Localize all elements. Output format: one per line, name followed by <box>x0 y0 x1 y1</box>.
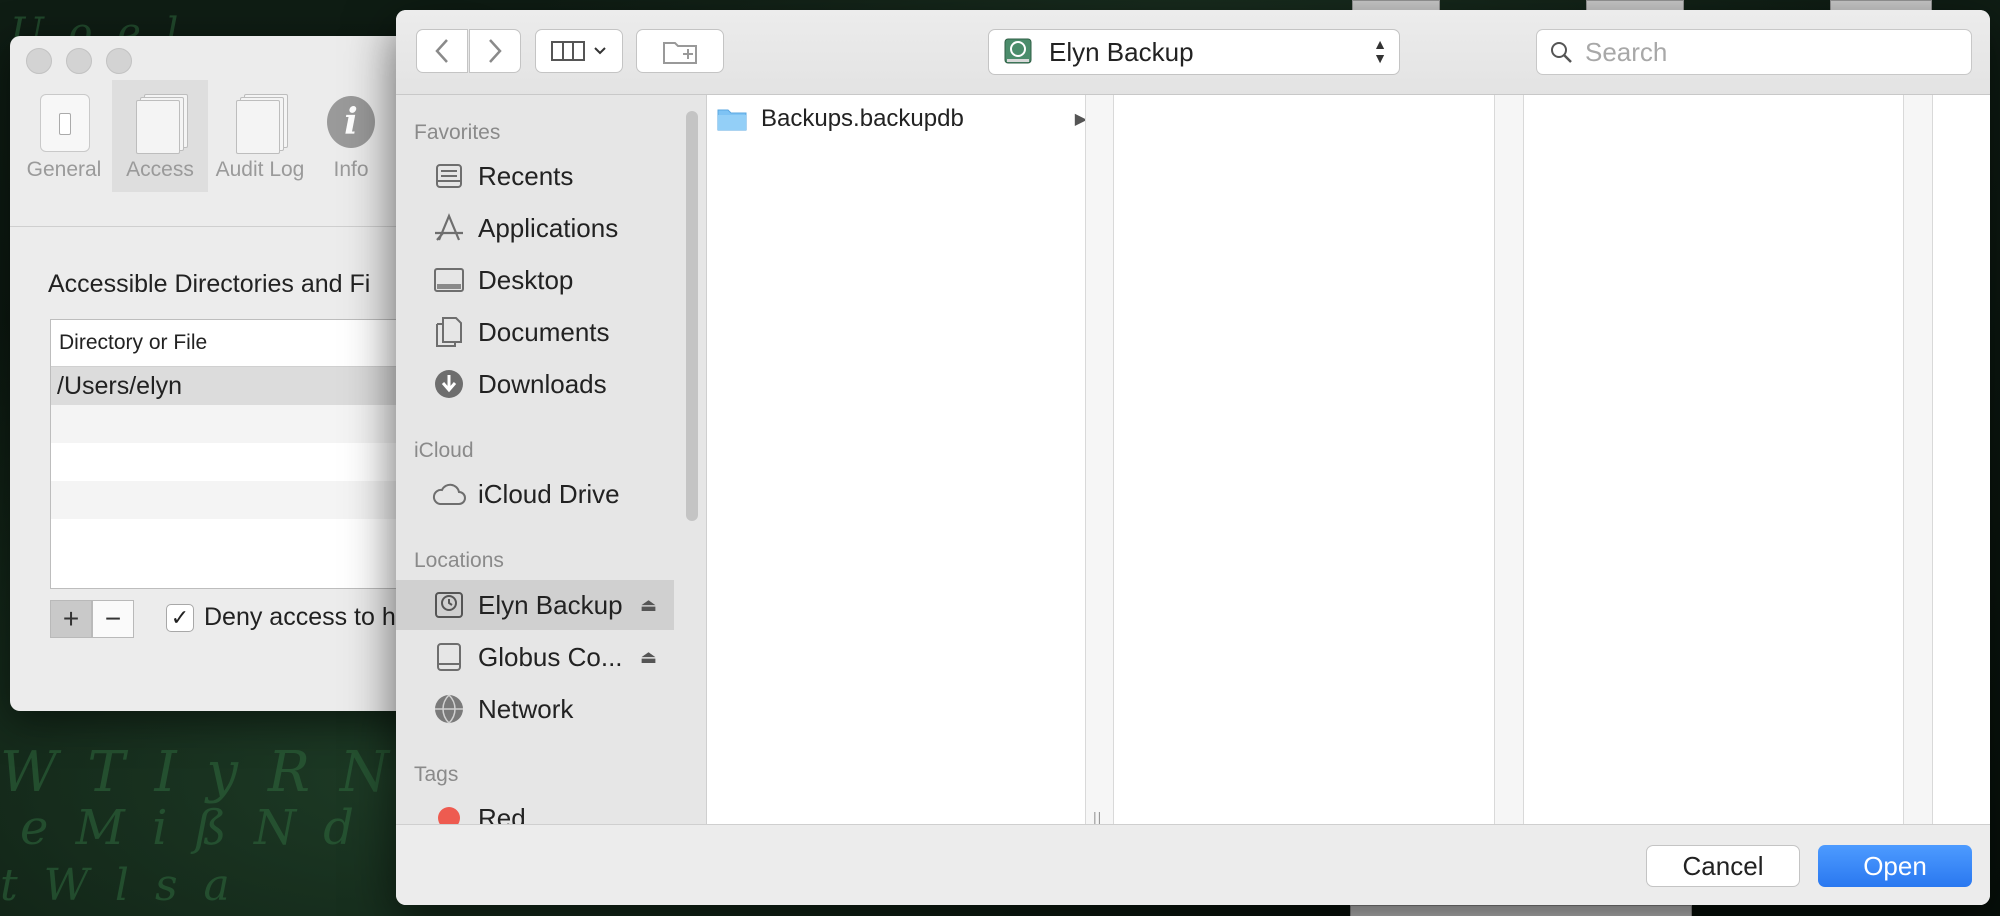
tab-label: Info <box>333 158 369 181</box>
tab-access[interactable]: Access <box>112 80 208 192</box>
info-icon: i <box>327 94 375 150</box>
deny-access-label: Deny access to h <box>204 603 396 631</box>
cancel-button[interactable]: Cancel <box>1646 845 1800 887</box>
tag-red-icon <box>432 801 466 825</box>
window-controls <box>26 48 132 74</box>
updown-chevron-icon: ▲ ▼ <box>1373 36 1387 66</box>
tab-label: Access <box>126 158 194 181</box>
sidebar-item-applications[interactable]: Applications <box>396 203 686 253</box>
sidebar-item-label: Red <box>478 802 526 826</box>
network-icon <box>432 692 466 726</box>
desktop-icon <box>432 263 466 297</box>
sidebar-item-label: Globus Co... <box>478 641 623 672</box>
deny-access-option[interactable]: ✓ Deny access to h <box>166 603 396 632</box>
close-button[interactable] <box>26 48 52 74</box>
sidebar-item-network[interactable]: Network <box>396 684 686 734</box>
deny-access-checkbox[interactable]: ✓ <box>166 603 194 632</box>
chevron-left-icon <box>435 39 448 63</box>
column-gap <box>1495 95 1523 825</box>
file-name: Backups.backupdb <box>761 105 964 132</box>
sidebar-item-label: Network <box>478 693 574 724</box>
location-label: Elyn Backup <box>1049 36 1194 67</box>
chevron-down-icon <box>594 47 606 55</box>
downloads-icon <box>432 367 466 401</box>
sidebar-scrollbar[interactable] <box>686 111 698 521</box>
sidebar-item-desktop[interactable]: Desktop <box>396 255 686 305</box>
sidebar-item-label: Recents <box>478 160 574 191</box>
file-browser: Backups.backupdb ▶ || <box>707 95 1990 825</box>
search-icon <box>1551 42 1572 63</box>
sidebar-item-recents[interactable]: Recents <box>396 151 686 201</box>
folder-icon <box>717 109 747 131</box>
sidebar-item-documents[interactable]: Documents <box>396 307 686 357</box>
time-machine-drive-icon <box>432 588 466 622</box>
columns-view-icon <box>551 41 585 61</box>
open-file-dialog: Elyn Backup ▲▼ Favorites Recents Applica… <box>396 10 1990 905</box>
drive-icon <box>432 640 466 674</box>
background-thumbnail <box>1350 905 1692 916</box>
column-divider <box>1932 95 1933 825</box>
matrix-decoration: e M i ß N d <box>20 800 360 856</box>
sidebar-item-label: Downloads <box>478 368 607 399</box>
sidebar-item-globus[interactable]: Globus Co... ⏏ <box>396 632 686 682</box>
cloud-icon <box>432 477 466 511</box>
view-mode-button[interactable] <box>535 29 623 73</box>
add-button[interactable]: + <box>50 600 92 638</box>
open-button[interactable]: Open <box>1818 845 1972 887</box>
tab-label: Audit Log <box>215 158 305 181</box>
sidebar-heading-locations: Locations <box>414 549 504 572</box>
time-machine-drive-icon <box>1004 38 1032 64</box>
dialog-footer: Cancel Open <box>396 824 1990 905</box>
back-button[interactable] <box>416 29 468 73</box>
new-folder-button[interactable] <box>636 29 724 73</box>
eject-icon[interactable]: ⏏ <box>640 595 657 616</box>
dialog-sidebar: Favorites Recents Applications Desktop D… <box>396 95 707 825</box>
documents-icon <box>136 94 188 154</box>
sidebar-item-tag-red[interactable]: Red <box>396 793 686 825</box>
sidebar-heading-icloud: iCloud <box>414 439 474 462</box>
location-popup[interactable]: Elyn Backup ▲ ▼ <box>988 29 1400 75</box>
sidebar-item-label: Desktop <box>478 264 574 295</box>
sidebar-item-icloud-drive[interactable]: iCloud Drive <box>396 469 686 519</box>
sidebar-item-label: iCloud Drive <box>478 478 620 509</box>
matrix-decoration: W T I y R N <box>0 740 395 805</box>
sidebar-item-label: Applications <box>478 212 619 243</box>
eject-icon[interactable]: ⏏ <box>640 647 657 668</box>
column-divider <box>1113 95 1114 825</box>
recents-icon <box>432 159 466 193</box>
tab-label: General <box>26 158 102 181</box>
sidebar-item-elyn-backup[interactable]: Elyn Backup ⏏ <box>396 580 674 630</box>
chevron-right-icon <box>489 39 502 63</box>
remove-button[interactable]: − <box>92 600 134 638</box>
matrix-decoration: t W l s a <box>0 860 236 911</box>
column-resize-handle[interactable]: || <box>1093 809 1102 825</box>
sidebar-item-label: Documents <box>478 316 610 347</box>
sidebar-heading-tags: Tags <box>414 763 459 786</box>
tab-info[interactable]: i Info <box>312 80 390 192</box>
zoom-button[interactable] <box>106 48 132 74</box>
search-input[interactable] <box>1583 35 1947 69</box>
tab-audit-log[interactable]: Audit Log <box>208 80 312 192</box>
applications-icon <box>432 211 466 245</box>
column-gap <box>1904 95 1932 825</box>
forward-button[interactable] <box>469 29 521 73</box>
add-remove-control: + − <box>50 600 134 638</box>
switch-icon <box>40 94 90 152</box>
sidebar-item-downloads[interactable]: Downloads <box>396 359 686 409</box>
section-heading: Accessible Directories and Fi <box>48 270 371 298</box>
tab-general[interactable]: General <box>16 80 112 192</box>
search-field[interactable] <box>1536 29 1972 75</box>
column-divider <box>1523 95 1524 825</box>
log-icon <box>236 94 288 154</box>
column-gap <box>1086 95 1113 825</box>
new-folder-icon <box>663 42 697 64</box>
documents-icon <box>432 315 466 349</box>
sidebar-heading-favorites: Favorites <box>414 121 501 144</box>
dialog-toolbar: Elyn Backup ▲ ▼ <box>396 10 1990 95</box>
file-row-backups-backupdb[interactable]: Backups.backupdb ▶ <box>717 101 1087 137</box>
minimize-button[interactable] <box>66 48 92 74</box>
sidebar-item-label: Elyn Backup <box>478 589 623 620</box>
